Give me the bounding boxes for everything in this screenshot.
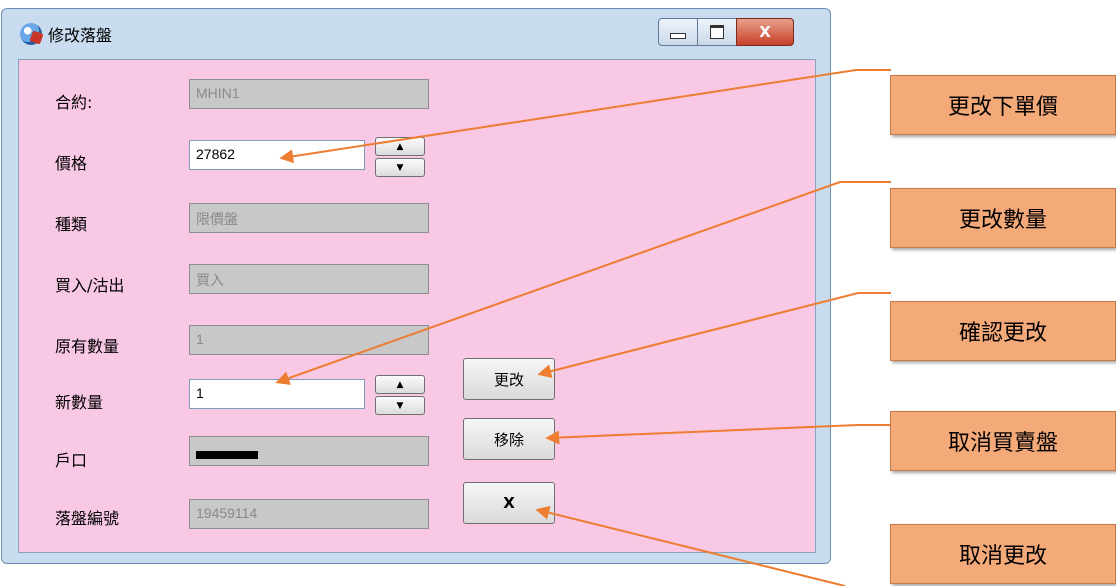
price-down-button[interactable]: ▼ <box>375 158 425 177</box>
new-qty-spinner: ▲ ▼ <box>375 375 425 417</box>
cancel-button[interactable]: X <box>463 482 555 524</box>
callout-cancel-change: 取消更改 <box>890 524 1116 584</box>
orig-qty-field: 1 <box>189 325 429 355</box>
new-qty-up-button[interactable]: ▲ <box>375 375 425 394</box>
side-field: 買入 <box>189 264 429 294</box>
app-globe-icon <box>20 23 42 45</box>
orig-qty-label: 原有數量 <box>55 337 120 356</box>
order-form: 合約: MHIN1 價格 27862 ▲ ▼ 種類 限價盤 買入/沽出 買入 原… <box>18 59 816 553</box>
new-qty-input[interactable]: 1 <box>189 379 365 409</box>
contract-field: MHIN1 <box>189 79 429 109</box>
modify-button[interactable]: 更改 <box>463 358 555 400</box>
callout-change-price: 更改下單價 <box>890 75 1116 135</box>
minimize-icon <box>670 33 686 39</box>
callout-change-qty: 更改數量 <box>890 188 1116 248</box>
redaction-mask <box>196 451 258 459</box>
price-label: 價格 <box>55 154 88 173</box>
close-button[interactable]: X <box>736 18 794 46</box>
window-title: 修改落盤 <box>48 26 113 45</box>
maximize-icon <box>710 25 724 39</box>
side-label: 買入/沽出 <box>55 276 125 295</box>
price-input[interactable]: 27862 <box>189 140 365 170</box>
new-qty-label: 新數量 <box>55 393 104 412</box>
title-bar[interactable]: 修改落盤 X <box>2 9 830 59</box>
new-qty-down-button[interactable]: ▼ <box>375 396 425 415</box>
account-label: 戶口 <box>55 451 88 470</box>
callout-cancel-order: 取消買賣盤 <box>890 411 1116 471</box>
contract-label: 合約: <box>55 93 93 112</box>
type-field: 限價盤 <box>189 203 429 233</box>
remove-button[interactable]: 移除 <box>463 418 555 460</box>
callout-confirm-change: 確認更改 <box>890 301 1116 361</box>
type-label: 種類 <box>55 215 88 234</box>
modify-order-window: 修改落盤 X 合約: MHIN1 價格 27862 ▲ ▼ 種類 限價盤 買入/… <box>1 8 831 564</box>
minimize-button[interactable] <box>658 18 698 46</box>
price-up-button[interactable]: ▲ <box>375 137 425 156</box>
price-spinner: ▲ ▼ <box>375 137 425 179</box>
close-icon: X <box>759 23 771 41</box>
order-no-label: 落盤編號 <box>55 509 120 528</box>
account-field <box>189 436 429 466</box>
order-no-field: 19459114 <box>189 499 429 529</box>
maximize-button[interactable] <box>697 18 737 46</box>
